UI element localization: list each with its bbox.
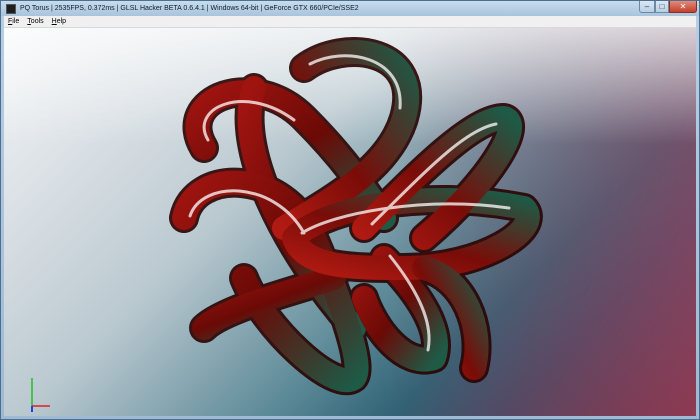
app-icon: [6, 3, 16, 14]
menu-tools[interactable]: Tools: [23, 16, 47, 27]
window-title: PQ Torus | 2535FPS, 0.372ms | GLSL Hacke…: [20, 5, 359, 12]
app-window: PQ Torus | 2535FPS, 0.372ms | GLSL Hacke…: [0, 0, 700, 420]
axis-gizmo: [31, 378, 50, 412]
torus-knot-render: [169, 37, 543, 396]
title-bar[interactable]: PQ Torus | 2535FPS, 0.372ms | GLSL Hacke…: [1, 1, 699, 16]
menu-bar: File Tools Help: [4, 16, 696, 28]
render-viewport[interactable]: [4, 28, 696, 416]
window-controls: – □ ✕: [639, 1, 697, 13]
maximize-button[interactable]: □: [655, 1, 669, 13]
menu-file[interactable]: File: [4, 16, 23, 27]
minimize-button[interactable]: –: [639, 1, 655, 13]
close-button[interactable]: ✕: [669, 1, 697, 13]
menu-help[interactable]: Help: [48, 16, 70, 27]
